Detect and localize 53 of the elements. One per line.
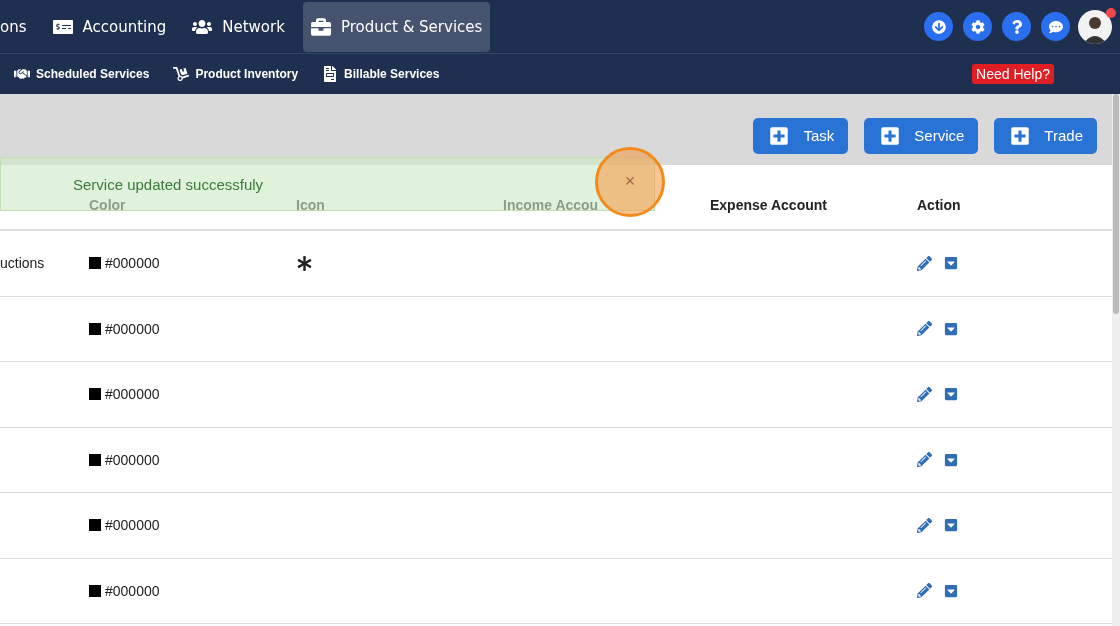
column-header: Expense Account: [710, 197, 827, 213]
column-header: Income Accou: [503, 197, 599, 213]
download-button[interactable]: [924, 12, 953, 41]
color-code: #000000: [105, 386, 160, 403]
nav-tab[interactable]: ons: [0, 1, 35, 52]
color-code: #000000: [105, 517, 160, 534]
add-button[interactable]: Task: [753, 117, 849, 154]
edit-icon[interactable]: [917, 321, 932, 337]
dropdown-icon[interactable]: [944, 321, 958, 336]
scrollbar[interactable]: [1112, 94, 1120, 626]
download-icon: [931, 19, 946, 34]
edit-icon[interactable]: [917, 583, 932, 599]
edit-icon[interactable]: [917, 452, 932, 468]
edit-icon[interactable]: [917, 386, 932, 402]
handshake-icon: [14, 66, 30, 82]
color-code: #000000: [105, 451, 160, 468]
table-cell-text: uctions: [0, 255, 46, 272]
color-code: #000000: [105, 320, 160, 337]
document-icon: [322, 66, 339, 82]
column-header: Action: [917, 197, 961, 213]
toast-message: Service updated successfuly: [73, 175, 264, 193]
subnav-link[interactable]: Product Inventory: [173, 66, 299, 82]
asterisk-icon: [296, 255, 312, 271]
edit-icon[interactable]: [917, 517, 932, 533]
nav-tab[interactable]: Network: [184, 1, 293, 52]
color-code: #000000: [105, 255, 160, 272]
need-help-badge[interactable]: Need Help?: [972, 64, 1054, 84]
dolly-icon: [173, 66, 190, 82]
color-code: #000000: [105, 582, 160, 599]
edit-icon[interactable]: [917, 255, 932, 271]
dropdown-icon[interactable]: [944, 387, 958, 402]
nav-tab[interactable]: Accounting: [44, 1, 175, 52]
column-header: Color: [89, 197, 126, 213]
help-button[interactable]: [1002, 12, 1031, 41]
chat-icon: [1048, 19, 1063, 34]
chat-button[interactable]: [1041, 12, 1070, 41]
notification-dot: [1106, 7, 1116, 18]
plus-icon: [1010, 125, 1031, 146]
dropdown-icon[interactable]: [944, 518, 958, 533]
plus-icon: [769, 125, 790, 146]
dropdown-icon[interactable]: [944, 583, 958, 598]
plus-icon: [880, 125, 901, 146]
subnav-link[interactable]: Billable Services: [322, 66, 440, 82]
subnav-link[interactable]: Scheduled Services: [14, 66, 150, 82]
settings-button[interactable]: [963, 12, 992, 41]
add-button[interactable]: Service: [864, 117, 979, 154]
settings-icon: [970, 19, 985, 34]
nav-tab[interactable]: Product & Services: [302, 1, 491, 52]
dropdown-icon[interactable]: [944, 452, 958, 467]
column-header: Icon: [296, 197, 325, 213]
briefcase-icon: [310, 16, 331, 37]
dropdown-icon[interactable]: [944, 256, 958, 271]
add-button[interactable]: Trade: [994, 117, 1097, 154]
